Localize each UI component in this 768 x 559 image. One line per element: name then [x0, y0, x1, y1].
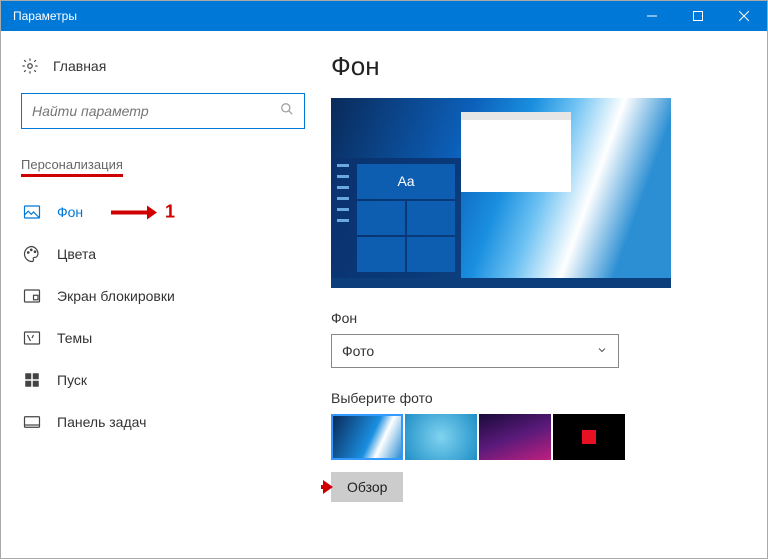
preview-taskbar [331, 278, 671, 288]
dropdown-value: Фото [342, 343, 374, 359]
photo-thumb-2[interactable] [405, 414, 477, 460]
minimize-icon [647, 11, 657, 21]
nav-list: Фон 1 Цвета Экран блокировки [21, 191, 311, 443]
palette-icon [23, 245, 41, 263]
photo-thumb-3[interactable] [479, 414, 551, 460]
themes-icon [23, 329, 41, 347]
sidebar-item-background[interactable]: Фон 1 [21, 191, 311, 233]
preview-tile-aa: Aa [357, 164, 455, 199]
lockscreen-icon [23, 287, 41, 305]
photo-thumb-4[interactable] [553, 414, 625, 460]
photo-thumbnails [331, 414, 737, 460]
background-dropdown[interactable]: Фото [331, 334, 619, 368]
preview-sample-window [461, 112, 571, 192]
background-label: Фон [331, 310, 737, 326]
main-panel: Фон Aa Фон Фото Выберите фото [321, 31, 767, 558]
choose-photo-label: Выберите фото [331, 390, 737, 406]
search-box[interactable] [21, 93, 305, 129]
arrow-icon [111, 210, 147, 214]
home-link[interactable]: Главная [21, 51, 311, 81]
browse-button[interactable]: Обзор [331, 472, 403, 502]
close-icon [739, 11, 749, 21]
sidebar-item-label: Цвета [57, 246, 96, 262]
sidebar-item-lockscreen[interactable]: Экран блокировки [21, 275, 311, 317]
sidebar-item-label: Темы [57, 330, 92, 346]
category-label: Персонализация [21, 157, 123, 177]
maximize-button[interactable] [675, 1, 721, 31]
page-title: Фон [331, 51, 737, 82]
home-label: Главная [53, 58, 106, 74]
sidebar-item-colors[interactable]: Цвета [21, 233, 311, 275]
window-title: Параметры [13, 9, 77, 23]
start-icon [23, 371, 41, 389]
sidebar-item-start[interactable]: Пуск [21, 359, 311, 401]
image-icon [23, 203, 41, 221]
sidebar: Главная Персонализация Фон 1 [1, 31, 321, 558]
sidebar-item-label: Экран блокировки [57, 288, 175, 304]
sidebar-item-label: Панель задач [57, 414, 146, 430]
search-input[interactable] [32, 103, 280, 119]
annotation-2: 2 [321, 477, 323, 498]
sidebar-item-label: Фон [57, 204, 83, 220]
arrow-icon [321, 485, 323, 489]
sidebar-item-taskbar[interactable]: Панель задач [21, 401, 311, 443]
maximize-icon [693, 11, 703, 21]
annotation-1: 1 [111, 202, 175, 223]
chevron-down-icon [596, 343, 608, 359]
sidebar-item-label: Пуск [57, 372, 87, 388]
desktop-preview: Aa [331, 98, 671, 288]
minimize-button[interactable] [629, 1, 675, 31]
photo-thumb-1[interactable] [331, 414, 403, 460]
search-icon [280, 102, 294, 121]
titlebar-buttons [629, 1, 767, 31]
taskbar-icon [23, 413, 41, 431]
sidebar-item-themes[interactable]: Темы [21, 317, 311, 359]
gear-icon [21, 57, 39, 75]
close-button[interactable] [721, 1, 767, 31]
titlebar: Параметры [1, 1, 767, 31]
preview-start-menu: Aa [331, 158, 461, 278]
